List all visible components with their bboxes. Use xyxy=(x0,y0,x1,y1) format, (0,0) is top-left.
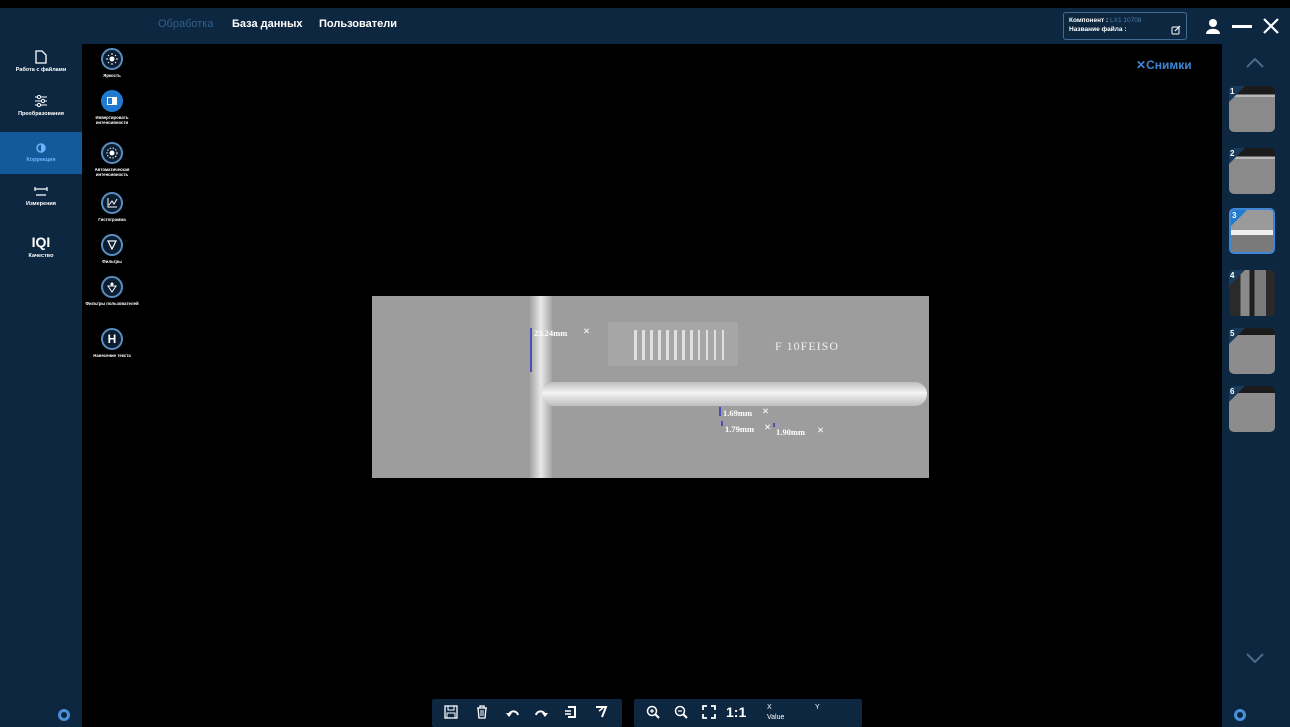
sun-icon xyxy=(101,48,123,70)
tool-histogram[interactable]: Гистограмма xyxy=(82,192,142,222)
top-bar: Обработка База данных Пользователи Компо… xyxy=(0,8,1290,44)
tool-label: Автоматическая интенсивность xyxy=(94,167,130,177)
filter-icon xyxy=(101,234,123,256)
snapshot-thumbnail[interactable]: 5 xyxy=(1229,328,1275,374)
auto-intensity-icon xyxy=(101,142,123,164)
xray-image[interactable]: 23.24mm ✕ F 10FEISO 1.69mm ✕ 1.79mm ✕ 1.… xyxy=(372,296,929,478)
measurement-label[interactable]: 1.69mm xyxy=(723,408,752,418)
tool-user-filters[interactable]: Фильтры пользователей xyxy=(82,276,142,306)
tab-users[interactable]: Пользователи xyxy=(319,18,397,30)
marker-text: F 10FEISO xyxy=(775,339,840,353)
tool-panel: Яркость Инвертировать интенсивности Авто… xyxy=(82,44,142,374)
actual-size-button[interactable]: 1:1 xyxy=(726,704,746,720)
main-sidebar: Работа с файлами Преобразования Коррекци… xyxy=(0,44,82,727)
snapshots-panel: 1 2 3 4 5 6 xyxy=(1222,44,1290,727)
rotate-left-icon[interactable] xyxy=(564,705,578,719)
sliders-icon xyxy=(35,94,47,108)
y-coordinate-label: Y xyxy=(815,704,820,711)
snapshot-number: 2 xyxy=(1230,149,1235,158)
delete-icon[interactable] xyxy=(476,705,488,719)
user-filter-icon xyxy=(101,276,123,298)
tool-invert[interactable]: Инвертировать интенсивности xyxy=(82,90,142,125)
snapshot-number: 6 xyxy=(1230,387,1235,396)
brightness-icon xyxy=(36,143,46,153)
tool-text[interactable]: H Нанесение текста xyxy=(82,328,142,358)
redo-icon[interactable] xyxy=(534,708,548,718)
snapshot-number: 3 xyxy=(1232,211,1237,220)
sidebar-item-label: Коррекция xyxy=(26,157,56,163)
delete-measurement-icon[interactable]: ✕ xyxy=(764,423,771,433)
close-x-icon: ✕ xyxy=(1136,58,1147,72)
delete-measurement-icon[interactable]: ✕ xyxy=(762,407,769,417)
snapshot-thumbnail[interactable]: 6 xyxy=(1229,386,1275,432)
snapshot-thumbnail[interactable]: 2 xyxy=(1229,148,1275,194)
measurement-label[interactable]: 1.90mm xyxy=(776,427,805,437)
snapshot-number: 4 xyxy=(1230,271,1235,280)
tool-label: Фильтры пользователей xyxy=(85,301,139,306)
sidebar-item-files[interactable]: Работа с файлами xyxy=(0,50,82,73)
component-label: Компонент : xyxy=(1069,17,1109,24)
sidebar-item-measure[interactable]: Измерения xyxy=(0,186,82,207)
minimize-icon[interactable] xyxy=(1232,25,1252,29)
snapshot-thumbnail[interactable]: 1 xyxy=(1229,86,1275,132)
chevron-up-icon[interactable] xyxy=(1246,58,1264,68)
tool-brightness[interactable]: Яркость xyxy=(82,48,142,78)
xray-graphic xyxy=(372,296,929,478)
delete-measurement-icon[interactable]: ✕ xyxy=(817,426,824,436)
text-icon: H xyxy=(101,328,123,350)
sidebar-item-label: Преобразования xyxy=(18,111,64,117)
sidebar-item-label: Работа с файлами xyxy=(15,67,67,73)
tool-auto-intensity[interactable]: Автоматическая интенсивность xyxy=(82,142,142,177)
sidebar-item-correction[interactable]: Коррекция xyxy=(0,132,82,174)
close-snapshots-link[interactable]: ✕Снимки xyxy=(1136,58,1192,72)
close-window-icon[interactable] xyxy=(1263,18,1279,34)
save-icon[interactable] xyxy=(444,705,458,719)
delete-measurement-icon[interactable]: ✕ xyxy=(583,327,590,337)
sidebar-item-label: Измерения xyxy=(25,201,56,207)
sidebar-item-label: Качество xyxy=(28,253,54,259)
component-value: LX1 10708 xyxy=(1110,17,1142,24)
tool-label: Фильтры xyxy=(102,259,122,264)
fit-screen-icon[interactable] xyxy=(702,705,716,719)
zoom-out-icon[interactable] xyxy=(674,705,688,719)
snapshot-number: 1 xyxy=(1230,87,1235,96)
chevron-down-icon[interactable] xyxy=(1246,653,1264,663)
measurement-label[interactable]: 23.24mm xyxy=(534,328,567,338)
undo-icon[interactable] xyxy=(506,708,520,718)
add-snapshot-icon[interactable] xyxy=(1234,709,1246,721)
tab-processing[interactable]: Обработка xyxy=(158,18,213,30)
tool-label: Яркость xyxy=(103,73,121,78)
measurement-label[interactable]: 1.79mm xyxy=(725,424,754,434)
invert-icon xyxy=(101,90,123,112)
file-icon xyxy=(35,50,47,64)
snapshot-thumbnail[interactable]: 4 xyxy=(1229,270,1275,316)
tool-label: Гистограмма xyxy=(98,217,126,222)
tool-filters[interactable]: Фильтры xyxy=(82,234,142,264)
tool-label: Инвертировать интенсивности xyxy=(95,115,129,125)
sidebar-item-transform[interactable]: Преобразования xyxy=(0,94,82,117)
view-toolbar: 1:1 X Value Y xyxy=(634,699,862,727)
snapshot-number: 5 xyxy=(1230,329,1235,338)
iqi-icon: IQI xyxy=(31,234,51,250)
edit-toolbar xyxy=(432,699,622,727)
measure-icon xyxy=(34,187,48,196)
user-icon[interactable] xyxy=(1205,18,1221,34)
value-label: Value xyxy=(767,714,785,721)
edit-icon[interactable] xyxy=(1171,25,1181,35)
file-info-box: Компонент : LX1 10708 Название файла : xyxy=(1063,12,1187,40)
tool-label: Нанесение текста xyxy=(93,353,131,358)
add-icon[interactable] xyxy=(58,709,70,721)
snapshots-label: Снимки xyxy=(1146,58,1192,72)
sidebar-item-quality[interactable]: IQI Качество xyxy=(0,234,82,259)
histogram-icon xyxy=(101,192,123,214)
rotate-right-icon[interactable] xyxy=(594,705,608,719)
zoom-in-icon[interactable] xyxy=(646,705,660,719)
tab-database[interactable]: База данных xyxy=(232,18,303,30)
filename-label: Название файла : xyxy=(1069,26,1127,33)
snapshot-thumbnail-selected[interactable]: 3 xyxy=(1229,208,1275,254)
x-coordinate-label: X xyxy=(767,704,772,711)
